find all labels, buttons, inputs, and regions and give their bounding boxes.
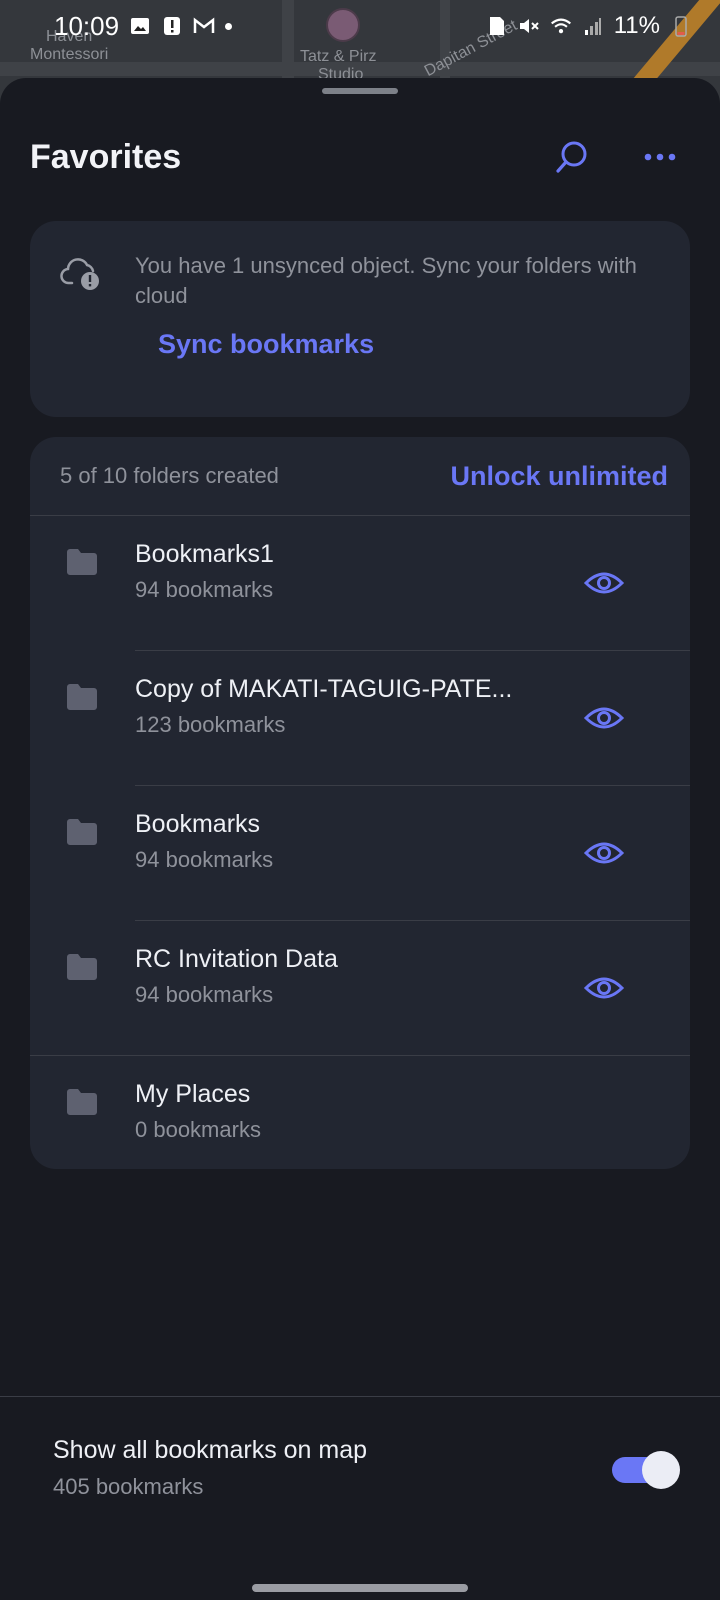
show-all-bookmarks-toggle[interactable] — [612, 1451, 680, 1489]
total-bookmarks-count: 405 bookmarks — [53, 1474, 204, 1499]
sync-card: You have 1 unsynced object. Sync your fo… — [30, 221, 690, 417]
folder-name: Bookmarks1 — [135, 540, 274, 568]
folder-bookmark-count: 0 bookmarks — [135, 1117, 261, 1142]
sheet-drag-handle[interactable] — [322, 88, 398, 94]
folder-bookmark-count: 94 bookmarks — [135, 982, 274, 1007]
page-title: Favorites — [30, 137, 182, 176]
folder-bookmark-count: 123 bookmarks — [135, 712, 286, 737]
folder-row[interactable]: Copy of MAKATI-TAGUIG-PATE... 123 bookma… — [30, 651, 690, 786]
wifi-icon — [550, 15, 572, 37]
sim-icon — [486, 15, 508, 37]
favorites-sheet: Favorites You have 1 unsynced object. Sy… — [0, 78, 720, 1600]
more-horizontal-icon — [644, 153, 676, 161]
sync-message: You have 1 unsynced object. Sync your fo… — [135, 253, 637, 308]
folder-name: RC Invitation Data — [135, 945, 338, 973]
battery-percent: 11% — [613, 12, 660, 39]
folder-icon — [67, 1089, 97, 1115]
gallery-icon — [129, 15, 151, 37]
eye-icon[interactable] — [584, 566, 624, 600]
folders-count: 5 of 10 folders created — [60, 463, 279, 488]
folder-bookmark-count: 94 bookmarks — [135, 847, 274, 872]
status-time: 10:09 — [54, 10, 120, 41]
sheet-header: Favorites — [30, 130, 690, 184]
footer-divider — [0, 1396, 720, 1397]
home-indicator[interactable] — [252, 1584, 468, 1592]
signal-icon — [582, 15, 604, 37]
cloud-warning-icon — [60, 258, 99, 290]
folder-row[interactable]: RC Invitation Data 94 bookmarks — [30, 921, 690, 1056]
status-bar: 10:09 11% — [0, 0, 720, 52]
folders-header: 5 of 10 folders created Unlock unlimited — [30, 437, 690, 516]
mute-icon — [518, 15, 540, 37]
sync-bookmarks-button[interactable]: Sync bookmarks — [158, 329, 374, 360]
show-all-bookmarks-label: Show all bookmarks on map — [53, 1436, 368, 1464]
folder-row[interactable]: My Places 0 bookmarks — [30, 1056, 690, 1191]
folder-icon — [67, 819, 97, 845]
eye-icon[interactable] — [584, 836, 624, 870]
folder-icon — [67, 549, 97, 575]
toggle-knob — [642, 1451, 680, 1489]
eye-icon[interactable] — [584, 701, 624, 735]
folder-row[interactable]: Bookmarks1 94 bookmarks — [30, 516, 690, 651]
folders-card: 5 of 10 folders created Unlock unlimited… — [30, 437, 690, 1169]
folder-name: Copy of MAKATI-TAGUIG-PATE... — [135, 675, 513, 703]
gmail-icon — [193, 15, 215, 37]
battery-icon — [670, 15, 692, 37]
alert-icon — [161, 15, 183, 37]
more-options-button[interactable] — [638, 135, 682, 179]
search-button[interactable] — [550, 135, 594, 179]
search-icon — [556, 141, 587, 173]
unlock-unlimited-button[interactable]: Unlock unlimited — [450, 461, 668, 492]
folder-bookmark-count: 94 bookmarks — [135, 577, 274, 602]
eye-icon[interactable] — [584, 971, 624, 1005]
folder-row[interactable]: Bookmarks 94 bookmarks — [30, 786, 690, 921]
folder-icon — [67, 684, 97, 710]
folder-icon — [67, 954, 97, 980]
folder-name: My Places — [135, 1080, 251, 1108]
folder-name: Bookmarks — [135, 810, 261, 838]
dot-icon — [225, 22, 233, 30]
